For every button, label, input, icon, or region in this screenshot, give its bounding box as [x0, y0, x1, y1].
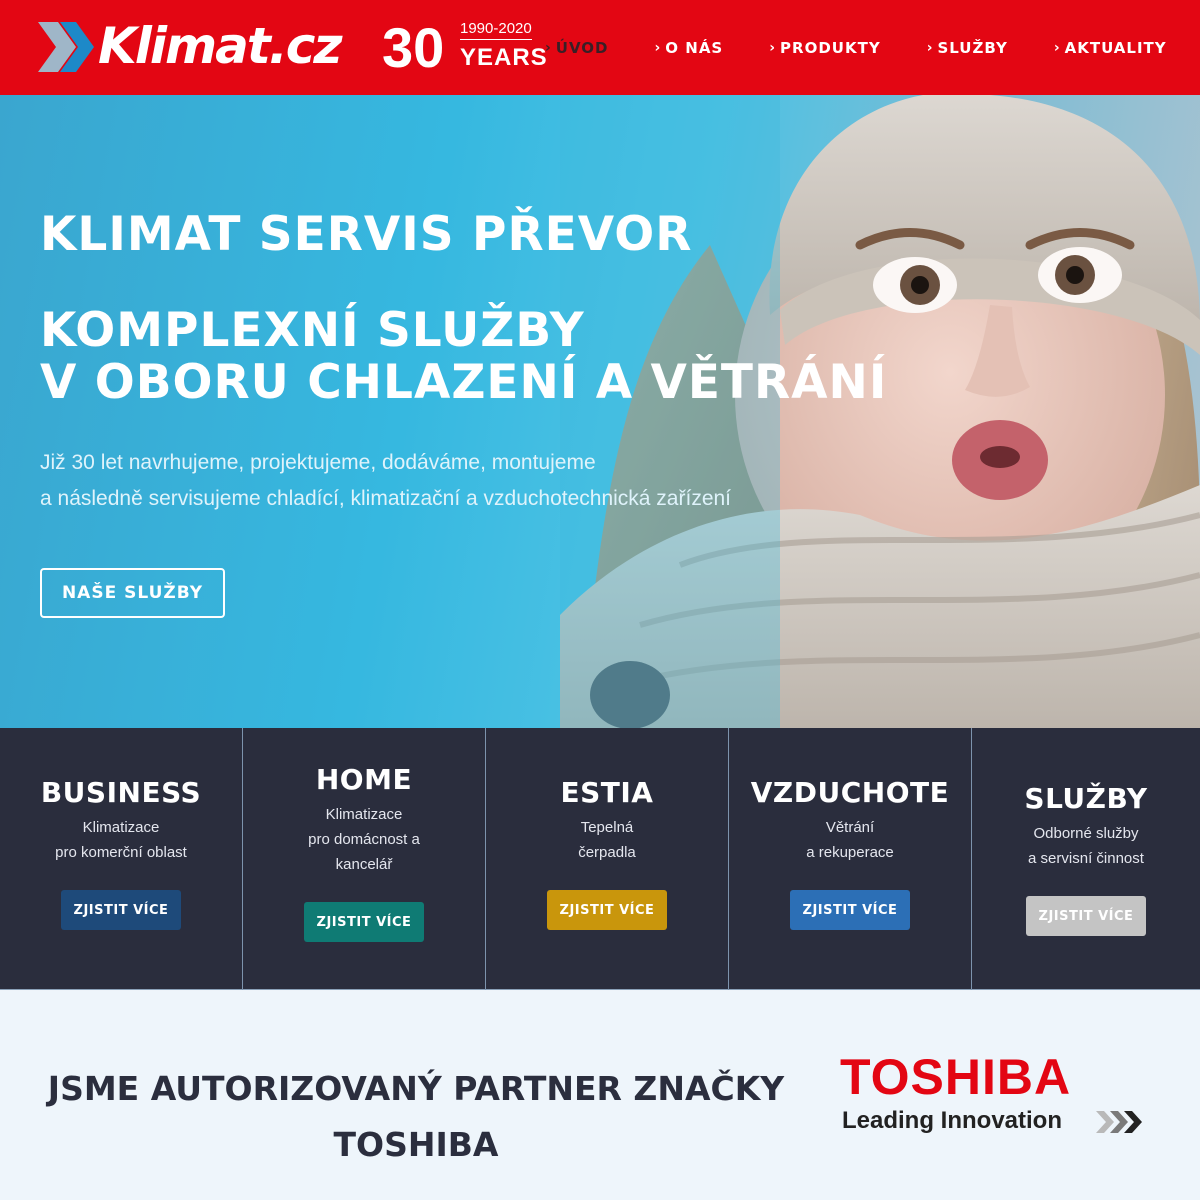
- chevron-right-icon: ›: [545, 39, 552, 56]
- category-desc-line: pro domácnost a: [308, 831, 420, 848]
- nav-item-label: SLUŽBY: [937, 38, 1008, 57]
- category-strip: BUSINESS Klimatizace pro komerční oblast…: [0, 728, 1200, 990]
- vzduchotechnika-more-button[interactable]: ZJISTIT VÍCE: [790, 890, 910, 930]
- main-nav: › ÚVOD › O NÁS › PRODUKTY › SLUŽBY › AKTUALIT…: [545, 0, 1200, 95]
- home-more-button[interactable]: ZJISTIT VÍCE: [304, 902, 424, 942]
- hero-subtitle: Již 30 let navrhujeme, projektujeme, dod…: [40, 445, 731, 517]
- nav-item-produkty[interactable]: › PRODUKTY: [769, 39, 880, 57]
- nav-item-o-nas[interactable]: › O NÁS: [655, 39, 724, 57]
- category-desc-line: čerpadla: [578, 844, 636, 861]
- partner-section: JSME AUTORIZOVANÝ PARTNER ZNAČKY TOSHIBA…: [0, 991, 1200, 1200]
- site-header: Klimat.cz 30 1990-2020 YEARS › ÚVOD › O NÁ…: [0, 0, 1200, 95]
- hero-headline: KOMPLEXNÍ SLUŽBY V OBORU CHLAZENÍ A VĚTR…: [40, 305, 887, 409]
- partner-heading-line2: TOSHIBA: [333, 1125, 499, 1164]
- sluzby-more-button[interactable]: ZJISTIT VÍCE: [1026, 896, 1146, 936]
- category-title: BUSINESS: [40, 776, 202, 809]
- hero-banner: KLIMAT SERVIS PŘEVOR KOMPLEXNÍ SLUŽBY V …: [0, 95, 1200, 728]
- partner-heading: JSME AUTORIZOVANÝ PARTNER ZNAČKY TOSHIBA: [40, 1061, 792, 1173]
- anniversary-number: 30: [382, 16, 445, 79]
- category-description: Tepelná čerpadla: [486, 815, 728, 865]
- category-description: Klimatizace pro domácnost a kancelář: [243, 802, 485, 877]
- anniversary-label: YEARS: [460, 44, 548, 71]
- chevron-right-icon: ›: [1053, 39, 1061, 56]
- hero-headline-line1: KOMPLEXNÍ SLUŽBY: [40, 303, 585, 358]
- hero-title: KLIMAT SERVIS PŘEVOR: [40, 207, 693, 262]
- category-desc-line: Tepelná: [580, 819, 634, 836]
- logo-text: Klimat.cz: [98, 17, 342, 75]
- category-vzduchotechnika: VZDUCHOTE Větrání a rekuperace ZJISTIT V…: [729, 728, 972, 990]
- category-title: HOME: [315, 763, 413, 796]
- estia-more-button[interactable]: ZJISTIT VÍCE: [547, 890, 667, 930]
- anniversary-range: 1990-2020: [460, 20, 532, 40]
- hero-subtitle-line2: a následně servisujeme chladící, klimati…: [40, 487, 732, 510]
- hero-subtitle-line1: Již 30 let navrhujeme, projektujeme, dod…: [40, 451, 596, 474]
- category-title: ESTIA: [560, 776, 654, 809]
- triple-chevron-icon: [1096, 1111, 1142, 1133]
- category-home: HOME Klimatizace pro domácnost a kancelá…: [243, 728, 486, 990]
- toshiba-wordmark: TOSHIBA: [840, 1049, 1072, 1105]
- category-desc-line: pro komerční oblast: [55, 844, 187, 861]
- nav-item-label: AKTUALITY: [1064, 38, 1167, 57]
- klimat-logo[interactable]: Klimat.cz: [36, 14, 342, 80]
- chevron-right-icon: ›: [926, 39, 934, 56]
- category-desc-line: Větrání: [825, 819, 875, 836]
- nav-item-label: ÚVOD: [555, 38, 609, 57]
- nase-sluzby-button[interactable]: NAŠE SLUŽBY: [40, 568, 225, 618]
- toshiba-tagline: Leading Innovation: [842, 1107, 1062, 1134]
- chevron-right-icon: ›: [654, 39, 662, 56]
- category-desc-line: Klimatizace: [325, 806, 403, 823]
- partner-heading-line1: JSME AUTORIZOVANÝ PARTNER ZNAČKY: [47, 1069, 785, 1108]
- hero-photo-woman-in-winter-hat: [560, 95, 1200, 728]
- nav-item-uvod[interactable]: › ÚVOD: [545, 39, 609, 57]
- chevron-right-icon: ›: [769, 39, 777, 56]
- category-desc-line: Odborné služby: [1033, 825, 1139, 842]
- nav-item-label: PRODUKTY: [780, 38, 881, 57]
- category-desc-line: a servisní činnost: [1028, 850, 1144, 867]
- category-estia: ESTIA Tepelná čerpadla ZJISTIT VÍCE: [486, 728, 729, 990]
- logo-chevron-icon: [38, 22, 94, 72]
- toshiba-logo[interactable]: TOSHIBA Leading Innovation: [840, 1051, 1160, 1141]
- category-description: Odborné služby a servisní činnost: [972, 821, 1200, 871]
- nav-item-label: O NÁS: [665, 38, 724, 57]
- category-description: Klimatizace pro komerční oblast: [0, 815, 242, 865]
- category-desc-line: a rekuperace: [806, 844, 894, 861]
- category-description: Větrání a rekuperace: [729, 815, 971, 865]
- business-more-button[interactable]: ZJISTIT VÍCE: [61, 890, 181, 930]
- category-business: BUSINESS Klimatizace pro komerční oblast…: [0, 728, 243, 990]
- anniversary-badge: 30 1990-2020 YEARS: [382, 14, 552, 80]
- category-sluzby: SLUŽBY Odborné služby a servisní činnost…: [972, 728, 1200, 990]
- category-desc-line: Klimatizace: [82, 819, 160, 836]
- category-desc-line: kancelář: [335, 856, 393, 873]
- hero-headline-line2: V OBORU CHLAZENÍ A VĚTRÁNÍ: [40, 355, 888, 410]
- category-title: VZDUCHOTE: [750, 776, 950, 809]
- category-title: SLUŽBY: [1024, 782, 1148, 815]
- nav-item-aktuality[interactable]: › AKTUALITY: [1054, 39, 1167, 57]
- nav-item-sluzby[interactable]: › SLUŽBY: [927, 39, 1008, 57]
